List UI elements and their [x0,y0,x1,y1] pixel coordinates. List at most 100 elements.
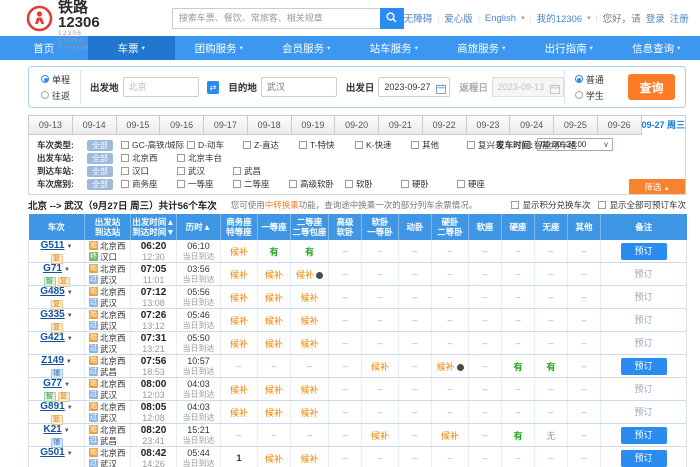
book-button[interactable]: 预订 [621,427,667,444]
train-number-link[interactable]: G421 [40,332,64,343]
column-header[interactable]: 二等座 二等包座 [291,214,329,240]
link-english[interactable]: English [485,13,516,24]
chevron-down-icon[interactable]: ▼ [67,451,73,457]
date-tab[interactable]: 09-14 [73,115,117,135]
filter-option[interactable]: 一等座 [177,178,233,190]
date-tab[interactable]: 09-17 [204,115,248,135]
book-button[interactable]: 预订 [621,358,667,375]
filter-option[interactable]: 高级软卧 [289,178,345,190]
filter-option[interactable]: T-特快 [299,139,355,151]
chevron-down-icon[interactable]: ▼ [67,405,73,411]
date-tab[interactable]: 09-13 [28,115,73,135]
train-number-link[interactable]: K21 [43,424,61,435]
train-number-link[interactable]: G891 [40,401,64,412]
filter-button[interactable]: 筛选 ▲ [629,179,685,194]
chevron-down-icon[interactable]: ▼ [64,267,70,273]
column-header[interactable]: 车次 [29,214,85,240]
normal-passenger-radio[interactable]: 普通 [575,73,604,86]
filter-option[interactable]: GC-高铁/城际 [121,139,187,151]
link-care-version[interactable]: 爱心版 [444,11,473,25]
date-tab[interactable]: 09-21 [379,115,423,135]
filter-all-button[interactable]: 全部 [87,140,113,151]
chevron-down-icon[interactable]: ▼ [64,428,70,434]
from-station-input[interactable]: 北京 [123,77,199,97]
column-header[interactable]: 高级 软卧 [329,214,362,240]
column-header[interactable]: 硬卧 二等卧 [432,214,469,240]
filter-option[interactable]: 武汉 [177,165,233,177]
nav-item[interactable]: 团购服务 ▾ [175,36,263,60]
column-header[interactable]: 历时▲ [177,214,221,240]
date-tab[interactable]: 09-16 [160,115,204,135]
nav-item[interactable]: 首页 ▾ [0,36,88,60]
date-tab[interactable]: 09-19 [292,115,336,135]
column-header[interactable]: 软座 [469,214,502,240]
round-trip-radio[interactable]: 往返 [41,89,70,102]
search-button[interactable] [380,8,404,29]
filter-all-button[interactable]: 全部 [87,166,113,177]
link-my12306[interactable]: 我的12306 [537,11,582,25]
filter-all-button[interactable]: 全部 [87,179,113,190]
column-header[interactable]: 出发时间▲ 到达时间▼ [131,214,177,240]
column-header[interactable]: 商务座 特等座 [221,214,258,240]
column-header[interactable]: 备注 [601,214,687,240]
date-tab[interactable]: 09-20 [335,115,379,135]
chevron-down-icon[interactable]: ▼ [66,244,72,250]
book-button[interactable]: 预订 [621,243,667,260]
chevron-down-icon[interactable]: ▼ [66,359,72,365]
column-header[interactable]: 一等座 [258,214,291,240]
swap-stations-icon[interactable]: ⇄ [207,81,220,94]
student-radio[interactable]: 学生 [575,89,604,102]
filter-option[interactable]: 硬座 [457,178,513,190]
train-number-link[interactable]: G335 [40,309,64,320]
column-header[interactable]: 动卧 [399,214,432,240]
nav-item[interactable]: 会员服务 ▾ [263,36,351,60]
train-number-link[interactable]: G77 [43,378,62,389]
date-tab[interactable]: 09-24 [510,115,554,135]
date-tab[interactable]: 09-15 [117,115,161,135]
filter-option[interactable]: 商务座 [121,178,177,190]
filter-option[interactable]: 汉口 [121,165,177,177]
one-way-radio[interactable]: 单程 [41,73,70,86]
chevron-down-icon[interactable]: ▼ [64,382,70,388]
column-header[interactable]: 无座 [535,214,568,240]
train-number-link[interactable]: Z149 [41,355,64,366]
filter-option[interactable]: 硬卧 [401,178,457,190]
train-number-link[interactable]: G501 [40,447,64,458]
column-header[interactable]: 出发站 到达站 [85,214,131,240]
nav-item[interactable]: 站车服务 ▾ [350,36,438,60]
chevron-down-icon[interactable]: ▼ [67,290,73,296]
filter-option[interactable]: 其他 [411,139,467,151]
column-header[interactable]: 硬座 [502,214,535,240]
filter-option[interactable]: 武昌 [233,165,289,177]
login-link[interactable]: 登录 [646,11,665,25]
date-tab[interactable]: 09-23 [467,115,511,135]
train-number-link[interactable]: G485 [40,286,64,297]
date-tab[interactable]: 09-22 [423,115,467,135]
nav-item[interactable]: 商旅服务 ▾ [438,36,526,60]
column-header[interactable]: 其他 [568,214,601,240]
train-number-link[interactable]: G71 [43,263,62,274]
chevron-down-icon[interactable]: ▼ [67,336,73,342]
nav-item[interactable]: 车票 ▾ [88,36,176,60]
query-button[interactable]: 查询 [628,74,675,100]
filter-option[interactable]: D-动车 [187,139,243,151]
calendar-icon[interactable] [436,82,446,100]
date-tab[interactable]: 09-25 [554,115,598,135]
book-button[interactable]: 预订 [621,450,667,467]
date-tab[interactable]: 09-26 [598,115,642,135]
column-header[interactable]: 软卧 一等卧 [362,214,399,240]
register-link[interactable]: 注册 [670,11,689,25]
filter-option[interactable]: 北京西 [121,152,177,164]
nav-item[interactable]: 信息查询 ▾ [613,36,700,60]
filter-option[interactable]: Z-直达 [243,139,299,151]
show-all-checkbox[interactable]: 显示全部可预订车次 [598,199,686,211]
search-input[interactable] [172,8,380,29]
transfer-link[interactable]: 中转换乘 [265,200,299,210]
to-station-input[interactable]: 武汉 [261,77,337,97]
filter-all-button[interactable]: 全部 [87,153,113,164]
filter-option[interactable]: 北京丰台 [177,152,233,164]
link-accessibility[interactable]: 无障碍 [404,11,433,25]
filter-option[interactable]: 二等座 [233,178,289,190]
filter-option[interactable]: 软卧 [345,178,401,190]
date-tab[interactable]: 09-18 [248,115,292,135]
